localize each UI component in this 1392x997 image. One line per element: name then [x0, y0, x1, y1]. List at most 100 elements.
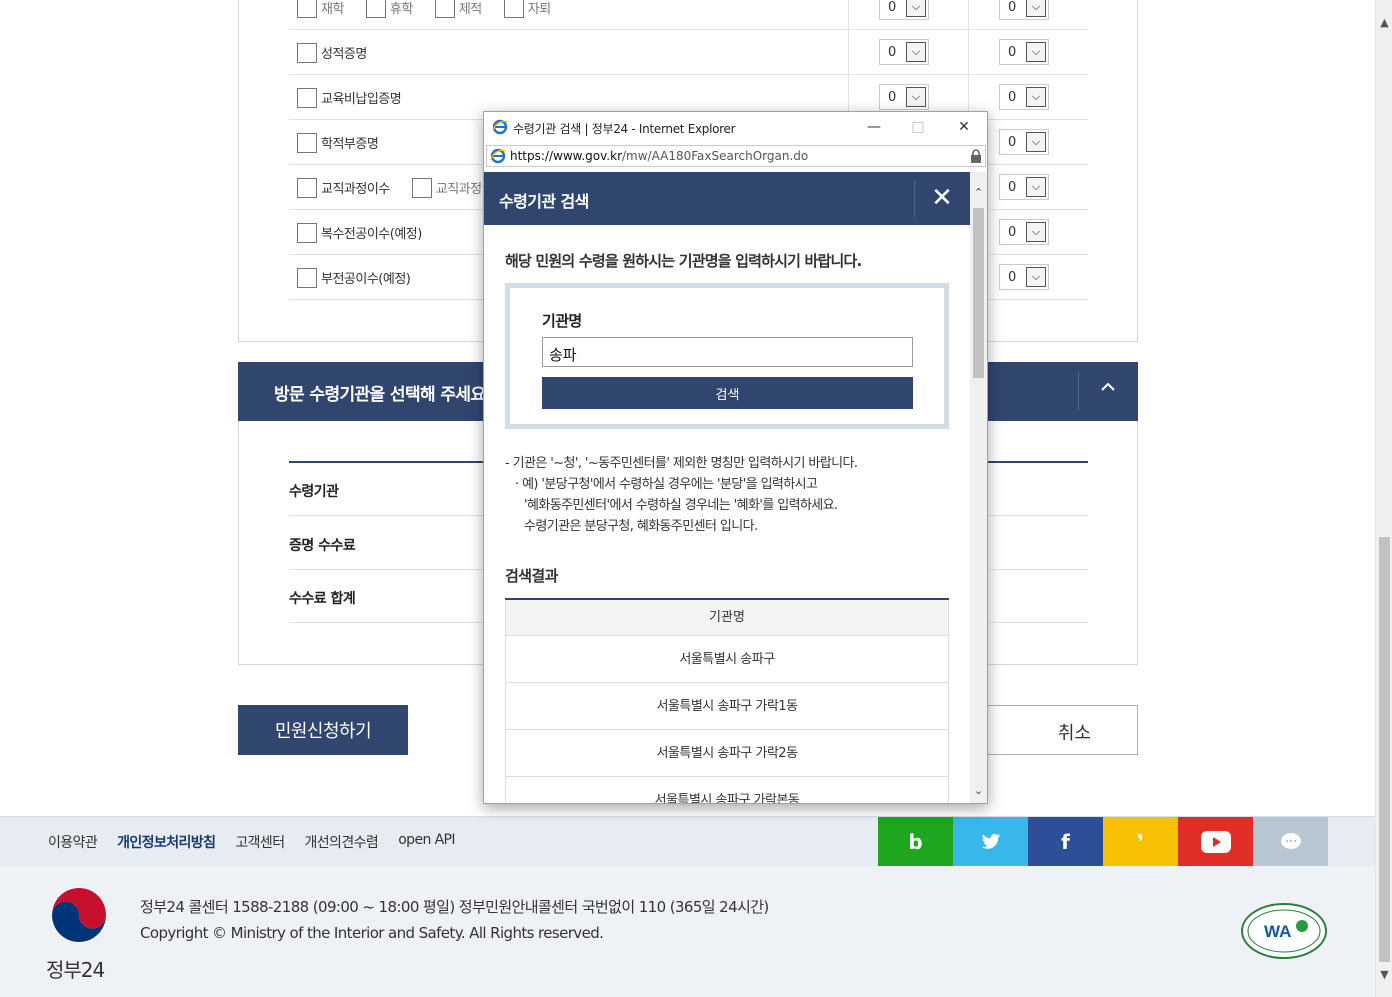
chevron-down-icon: ⌵: [906, 42, 926, 62]
qty-cell: 0 ⌵: [848, 30, 968, 75]
result-row[interactable]: 서울특별시 송파구: [505, 636, 949, 683]
checkbox[interactable]: [297, 222, 317, 243]
window-titlebar[interactable]: 수령기관 검색 | 정부24 - Internet Explorer — □ ✕: [484, 112, 987, 142]
chevron-up-icon[interactable]: [1096, 377, 1120, 403]
option-label: 교육비납입증명: [321, 92, 402, 107]
result-row[interactable]: 서울특별시 송파구 가락2동: [505, 730, 949, 777]
option-label: 교직과정: [435, 182, 482, 197]
scroll-thumb[interactable]: [973, 208, 984, 378]
checkbox[interactable]: [297, 87, 317, 108]
internet-explorer-icon: [492, 119, 508, 135]
results-table: 기관명 서울특별시 송파구 서울특별시 송파구 가락1동 서울특별시 송파구 가…: [505, 598, 949, 803]
quantity-select[interactable]: 0 ⌵: [879, 0, 929, 20]
blog-icon[interactable]: b: [878, 817, 953, 867]
checkbox[interactable]: [365, 0, 386, 18]
scroll-up-icon[interactable]: ▲: [1376, 14, 1392, 31]
option-label: 성적증명: [321, 47, 367, 62]
checkbox[interactable]: [503, 0, 524, 18]
search-box: 기관명 송파 검색: [505, 283, 949, 429]
doc-row: 성적증명 0 ⌵ 0 ⌵: [289, 30, 1088, 75]
fee-label: 수령기관: [289, 484, 339, 500]
fee-label: 수수료 합계: [289, 591, 356, 607]
quantity-select[interactable]: 0 ⌵: [999, 219, 1049, 245]
apply-button[interactable]: 민원신청하기: [238, 705, 408, 755]
result-row[interactable]: 서울특별시 송파구 가락1동: [505, 683, 949, 730]
qty-cell: 0 ⌵: [848, 0, 968, 30]
twitter-icon[interactable]: [953, 817, 1028, 867]
footer-links: 이용약관 개인정보처리방침 고객센터 개선의견수렴 open API: [48, 832, 456, 852]
divider: [914, 180, 915, 218]
option-label: 교직과정이수: [321, 182, 390, 197]
window-title: 수령기관 검색 | 정부24 - Internet Explorer: [513, 122, 736, 136]
youtube-icon[interactable]: [1178, 817, 1253, 867]
chevron-down-icon: ⌵: [906, 87, 926, 107]
option-label: 자퇴: [527, 2, 551, 17]
scroll-down-icon[interactable]: ▼: [1376, 966, 1392, 983]
quantity-select[interactable]: 0 ⌵: [999, 0, 1049, 20]
footer-link-feedback[interactable]: 개선의견수렴: [305, 832, 379, 852]
guide-text: 해당 민원의 수령을 원하시는 기관명을 입력하시기 바랍니다.: [505, 252, 862, 270]
callcenter-info: 정부24 콜센터 1588-2188 (09:00 ~ 18:00 평일) 정부…: [140, 898, 769, 916]
checkbox[interactable]: [434, 0, 455, 18]
note-line: 수령기관은 분당구청, 혜화동주민센터 입니다.: [524, 519, 758, 534]
popup-title: 수령기관 검색: [499, 192, 589, 211]
checkbox[interactable]: [411, 177, 432, 198]
quantity-select[interactable]: 0 ⌵: [879, 39, 929, 65]
page-scrollbar[interactable]: ▲ ▼: [1375, 0, 1392, 997]
footer-link-terms[interactable]: 이용약관: [48, 832, 98, 852]
chevron-down-icon: ⌵: [1026, 87, 1046, 107]
quantity-select[interactable]: 0 ⌵: [999, 264, 1049, 290]
minimize-icon[interactable]: —: [862, 116, 886, 138]
option-label: 제적: [458, 2, 482, 17]
lock-icon: [970, 149, 982, 163]
checkbox[interactable]: [297, 267, 317, 288]
internet-explorer-icon: [490, 148, 506, 164]
close-icon[interactable]: ✕: [928, 184, 956, 212]
checkbox[interactable]: [297, 42, 317, 63]
kakaotalk-icon[interactable]: [1253, 817, 1328, 867]
url-text: https://www.gov.kr/mw/AA180FaxSearchOrga…: [510, 149, 809, 163]
divider: [1078, 372, 1079, 411]
chevron-down-icon: ⌵: [906, 0, 926, 17]
facebook-icon[interactable]: f: [1028, 817, 1103, 867]
doc-options: 재학 휴학 제적 자퇴: [289, 0, 848, 30]
cancel-button[interactable]: 취소: [968, 705, 1138, 755]
web-accessibility-badge-icon: WA: [1240, 902, 1328, 960]
quantity-select[interactable]: 0 ⌵: [999, 174, 1049, 200]
scroll-up-icon[interactable]: ⌃: [970, 184, 987, 201]
fee-label: 증명 수수료: [289, 538, 356, 554]
chevron-down-icon: ⌵: [1026, 0, 1046, 17]
organ-name-input[interactable]: 송파: [542, 337, 913, 367]
popup-header: 수령기관 검색 ✕: [484, 172, 970, 225]
section-title: 방문 수령기관을 선택해 주세요: [274, 385, 486, 405]
svg-text:WA: WA: [1264, 922, 1291, 941]
popup-scrollbar[interactable]: ⌃ ⌄: [970, 172, 987, 803]
quantity-select[interactable]: 0 ⌵: [999, 39, 1049, 65]
checkbox[interactable]: [297, 0, 317, 18]
kakaostory-icon[interactable]: ❜: [1103, 817, 1178, 867]
note-line: '혜화동주민센터'에서 수령하실 경우네는 '혜화'를 입력하세요.: [524, 498, 838, 513]
chevron-down-icon: ⌵: [1026, 222, 1046, 242]
footer-link-open-api[interactable]: open API: [398, 832, 455, 852]
footer-link-support[interactable]: 고객센터: [235, 832, 285, 852]
note-line: · 예) '분당구청'에서 수령하실 경우에는 '분당'을 입력하시고: [515, 477, 818, 492]
scroll-thumb[interactable]: [1379, 537, 1390, 962]
search-button[interactable]: 검색: [542, 377, 913, 409]
quantity-select[interactable]: 0 ⌵: [879, 84, 929, 110]
address-bar[interactable]: https://www.gov.kr/mw/AA180FaxSearchOrga…: [486, 145, 986, 167]
results-title: 검색결과: [505, 567, 558, 585]
qty-cell: 0 ⌵: [968, 0, 1088, 30]
chevron-down-icon: ⌵: [1026, 177, 1046, 197]
checkbox[interactable]: [297, 132, 317, 153]
result-row[interactable]: 서울특별시 송파구 가락본동: [505, 777, 949, 803]
instruction-notes: - 기관은 '~청', '~동주민센터를' 제외한 명칭만 입력하시기 바랍니다…: [505, 453, 858, 537]
close-window-icon[interactable]: ✕: [952, 116, 976, 138]
footer-link-privacy[interactable]: 개인정보처리방침: [117, 832, 216, 852]
quantity-select[interactable]: 0 ⌵: [999, 84, 1049, 110]
chevron-down-icon: ⌵: [1026, 42, 1046, 62]
option-label: 재학: [321, 2, 344, 17]
quantity-select[interactable]: 0 ⌵: [999, 129, 1049, 155]
scroll-down-icon[interactable]: ⌄: [970, 782, 987, 799]
copyright: Copyright © Ministry of the Interior and…: [140, 924, 604, 942]
checkbox[interactable]: [297, 177, 317, 198]
